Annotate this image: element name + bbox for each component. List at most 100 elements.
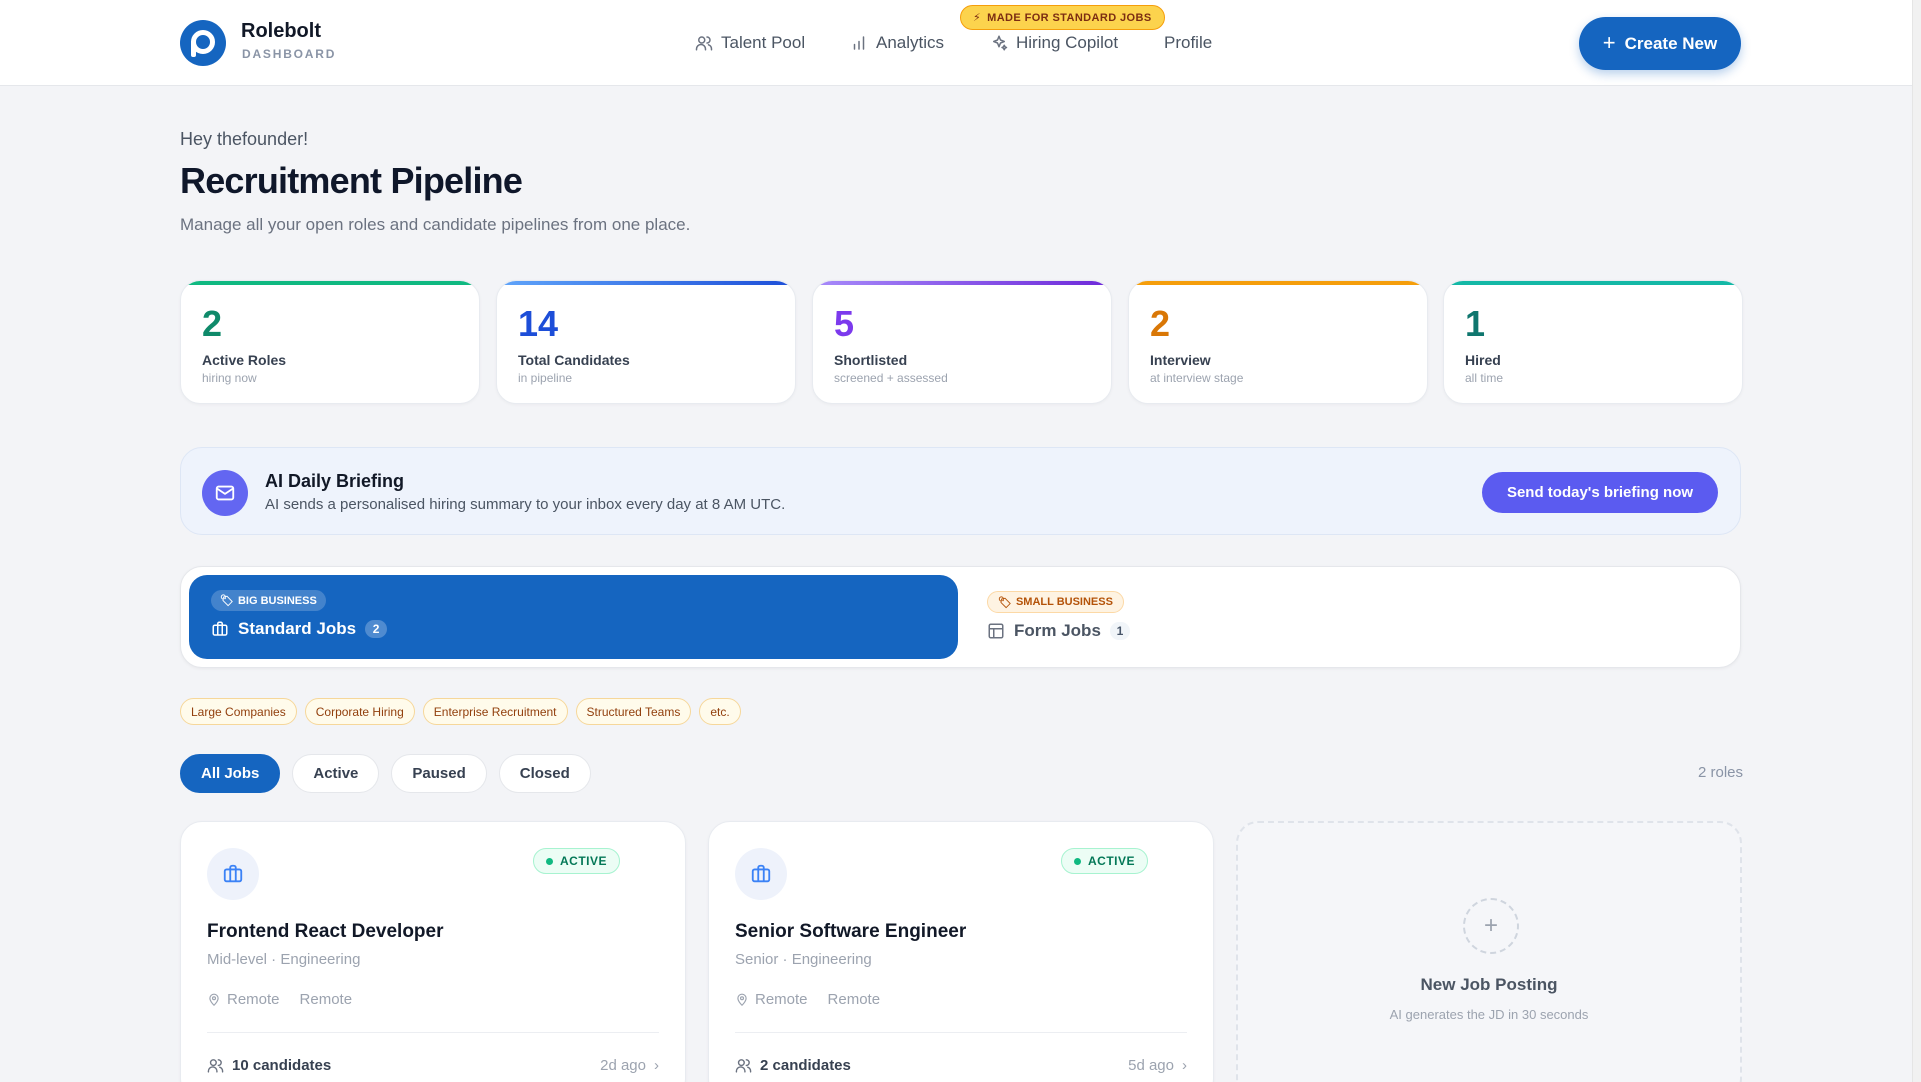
- nav-analytics-label: Analytics: [876, 33, 945, 52]
- posted-ago-label: 2d ago: [600, 1057, 646, 1074]
- standard-jobs-count: 2: [365, 620, 388, 638]
- stat-card-shortlisted[interactable]: 5 Shortlisted screened + assessed: [812, 280, 1112, 404]
- stat-accent-bar: [181, 281, 479, 285]
- filter-closed[interactable]: Closed: [498, 754, 591, 793]
- filter-paused[interactable]: Paused: [391, 754, 487, 793]
- small-business-label: SMALL BUSINESS: [1015, 596, 1113, 608]
- stat-card-hired[interactable]: 1 Hired all time: [1443, 280, 1743, 404]
- nav-profile-label: Profile: [1164, 33, 1213, 52]
- send-briefing-button[interactable]: Send today's briefing now: [1482, 472, 1718, 513]
- new-job-title: New Job Posting: [1420, 975, 1558, 994]
- card-divider: [207, 1032, 659, 1033]
- filter-all-jobs[interactable]: All Jobs: [180, 754, 281, 793]
- stat-card-total-candidates[interactable]: 14 Total Candidates in pipeline: [496, 280, 796, 404]
- job-card-frontend-react-developer[interactable]: ACTIVE Frontend React Developer Mid-leve…: [180, 821, 686, 1082]
- briefcase-icon: [207, 848, 259, 900]
- small-business-badge: 🏷 SMALL BUSINESS: [987, 591, 1124, 613]
- status-label: ACTIVE: [1087, 854, 1135, 868]
- stat-value: 1: [1465, 303, 1486, 344]
- stat-accent-bar: [813, 281, 1111, 285]
- form-jobs-count: 1: [1109, 622, 1130, 640]
- form-jobs-label: Form Jobs: [1014, 621, 1101, 640]
- stat-accent-bar: [1129, 281, 1427, 285]
- stat-sub: all time: [1465, 371, 1504, 385]
- stat-value: 2: [202, 303, 223, 344]
- briefcase-icon: [212, 621, 228, 636]
- plus-icon: +: [1602, 29, 1616, 55]
- job-status-filters: All Jobs Active Paused Closed: [180, 754, 591, 793]
- stat-sub: screened + assessed: [834, 371, 948, 385]
- tag-icon: 🏷: [998, 596, 1012, 609]
- job-meta: Mid-level · Engineering: [207, 951, 361, 968]
- nav-talent-pool-label: Talent Pool: [721, 33, 806, 52]
- stat-label: Total Candidates: [518, 352, 630, 368]
- location-label: Remote: [755, 991, 808, 1008]
- users-icon: [207, 1059, 224, 1073]
- job-type-toggle: 🏷 BIG BUSINESS Standard Jobs 2 🏷 SMALL B…: [180, 566, 1741, 668]
- tab-standard-jobs[interactable]: 🏷 BIG BUSINESS Standard Jobs 2: [189, 575, 958, 659]
- create-new-button[interactable]: + Create New: [1579, 17, 1741, 70]
- chevron-right-icon: ›: [654, 1057, 659, 1074]
- stat-card-active-roles[interactable]: 2 Active Roles hiring now: [180, 280, 480, 404]
- status-badge: ACTIVE: [1060, 848, 1148, 874]
- nav-hiring-copilot-label: Hiring Copilot: [1016, 33, 1119, 52]
- candidate-count-label: 2 candidates: [760, 1057, 851, 1074]
- work-mode-label: Remote: [827, 991, 881, 1008]
- nav-hiring-copilot[interactable]: Hiring Copilot: [990, 31, 1118, 55]
- users-icon: [735, 1059, 752, 1073]
- job-meta: Senior · Engineering: [735, 951, 872, 968]
- bolt-icon: ⚡: [973, 12, 982, 24]
- stat-card-interview[interactable]: 2 Interview at interview stage: [1128, 280, 1428, 404]
- brand-name: Rolebolt: [241, 20, 321, 42]
- tag-chip: etc.: [699, 698, 741, 725]
- status-badge: ACTIVE: [532, 848, 620, 874]
- stat-label: Shortlisted: [834, 352, 908, 368]
- bar-chart-icon: [853, 36, 865, 50]
- stat-label: Hired: [1465, 352, 1501, 368]
- vertical-scrollbar[interactable]: [1912, 0, 1921, 1082]
- tag-chip: Large Companies: [180, 698, 297, 725]
- chevron-right-icon: ›: [1182, 1057, 1187, 1074]
- form-layout-icon: [988, 623, 1004, 639]
- briefcase-icon: [735, 848, 787, 900]
- nav-talent-pool[interactable]: Talent Pool: [695, 31, 805, 55]
- brand-subtitle: DASHBOARD: [242, 47, 337, 61]
- new-job-posting-card[interactable]: + New Job Posting AI generates the JD in…: [1236, 821, 1742, 1082]
- stat-value: 14: [518, 303, 559, 344]
- ai-daily-briefing-panel: AI Daily Briefing AI sends a personalise…: [180, 447, 1741, 535]
- sparkles-icon: [993, 35, 1008, 51]
- job-title: Senior Software Engineer: [735, 921, 967, 942]
- stat-accent-bar: [497, 281, 795, 285]
- posted-ago-label: 5d ago: [1128, 1057, 1174, 1074]
- standard-jobs-label-row: Standard Jobs 2: [211, 619, 388, 639]
- job-title: Frontend React Developer: [207, 921, 444, 942]
- job-card-senior-software-engineer[interactable]: ACTIVE Senior Software Engineer Senior ·…: [708, 821, 1214, 1082]
- brand-logo[interactable]: [180, 20, 226, 66]
- stat-label: Interview: [1150, 352, 1211, 368]
- briefing-title: AI Daily Briefing: [265, 471, 405, 491]
- new-job-subtitle: AI generates the JD in 30 seconds: [1389, 1007, 1589, 1022]
- work-mode-label: Remote: [299, 991, 353, 1008]
- filter-active[interactable]: Active: [292, 754, 380, 793]
- tab-form-jobs[interactable]: Form Jobs 1: [987, 621, 1130, 641]
- card-divider: [735, 1032, 1187, 1033]
- big-business-badge: 🏷 BIG BUSINESS: [211, 590, 326, 611]
- plus-icon: +: [1463, 898, 1519, 954]
- create-new-label: Create New: [1624, 33, 1718, 53]
- status-dot: [1073, 857, 1081, 865]
- status-dot: [545, 857, 553, 865]
- stat-sub: at interview stage: [1150, 371, 1244, 385]
- map-pin-icon: [209, 993, 219, 1006]
- candidate-count-label: 10 candidates: [232, 1057, 332, 1074]
- made-badge-label: MADE FOR STANDARD JOBS: [987, 11, 1152, 24]
- users-icon: [695, 36, 713, 51]
- made-for-standard-jobs-badge: ⚡ MADE FOR STANDARD JOBS: [960, 5, 1165, 30]
- page-title: Recruitment Pipeline: [180, 160, 523, 201]
- tag-chip: Enterprise Recruitment: [422, 698, 568, 725]
- nav-analytics[interactable]: Analytics: [850, 31, 944, 55]
- roles-count: 2 roles: [1697, 764, 1743, 781]
- greeting: Hey thefounder!: [180, 129, 309, 149]
- nav-profile[interactable]: Profile: [1164, 31, 1212, 55]
- job-location: Remote Remote: [207, 991, 352, 1008]
- stat-sub: in pipeline: [518, 371, 573, 385]
